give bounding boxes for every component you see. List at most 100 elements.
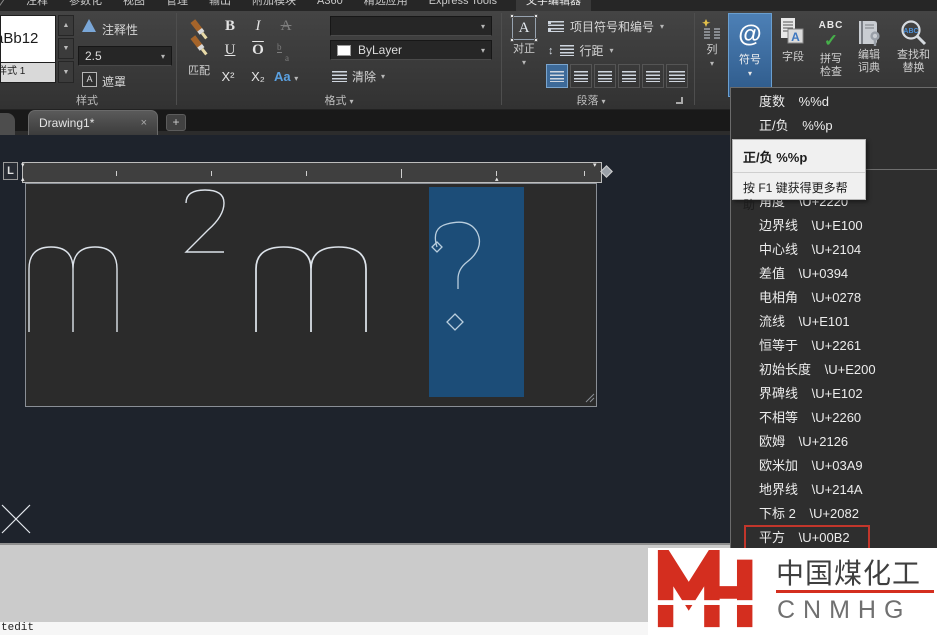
text-height-combobox[interactable]: 2.5 ▾ xyxy=(78,46,172,66)
text-editor-ruler[interactable]: ▾ ▴ ▴ ▾ xyxy=(22,162,602,183)
overline-button[interactable]: O xyxy=(248,42,268,59)
ribbon-tab[interactable]: 视图 xyxy=(121,0,147,11)
symbol-menu-item[interactable]: 中心线 \U+2104 xyxy=(731,240,937,260)
clear-icon xyxy=(332,71,347,82)
symbol-menu-item[interactable]: 电相角 \U+0278 xyxy=(731,288,937,308)
superscript-button[interactable]: X² xyxy=(216,69,240,84)
panel-separator xyxy=(176,13,177,105)
symbol-menu-item[interactable]: 地界线 \U+214A xyxy=(731,480,937,500)
bold-button[interactable]: B xyxy=(220,18,240,35)
paragraph-indent-marker[interactable]: ▴ xyxy=(21,176,25,183)
symbol-menu-item[interactable]: 度数 %%d xyxy=(731,92,937,112)
field-button[interactable]: A 字段 xyxy=(775,17,811,64)
mtext-editor-box[interactable] xyxy=(25,183,597,407)
align-left-button[interactable] xyxy=(546,64,568,88)
symbol-menu-item[interactable]: 边界线 \U+E100 xyxy=(731,216,937,236)
match-properties-button[interactable]: 匹配 xyxy=(184,17,214,78)
columns-button[interactable]: 列 ▾ xyxy=(698,19,726,70)
underline-button[interactable]: U xyxy=(220,42,240,59)
symbol-name: 电相角 xyxy=(759,290,798,305)
format-panel-label-text: 格式 xyxy=(324,95,346,107)
subscript-button[interactable]: X₂ xyxy=(246,69,270,84)
ribbon-tab[interactable]: 附加模块 xyxy=(250,0,298,11)
paragraph-dialog-launcher-icon[interactable] xyxy=(676,97,683,104)
symbol-code: \U+2126 xyxy=(799,434,849,449)
font-combobox[interactable]: ▾ xyxy=(330,16,492,36)
caret-down-icon: ▾ xyxy=(294,74,298,83)
ribbon-tab[interactable]: 精选应用 xyxy=(362,0,410,11)
grip-dot xyxy=(534,38,538,42)
italic-button[interactable]: I xyxy=(248,18,268,35)
bullets-numbering-button[interactable]: 项目符号和编号 ▾ xyxy=(548,18,664,35)
symbol-code: %%d xyxy=(799,94,829,109)
clear-label: 清除 xyxy=(352,68,376,85)
tab-style-toggle[interactable]: L xyxy=(3,162,18,180)
style-gallery-up-button[interactable]: ▲ xyxy=(58,15,74,36)
mask-toggle[interactable]: 遮罩 xyxy=(102,73,126,90)
annotative-toggle[interactable]: 注释性 xyxy=(102,21,138,38)
file-tab-drawing1[interactable]: Drawing1* × xyxy=(28,110,158,135)
first-line-indent-marker[interactable]: ▾ xyxy=(21,162,25,169)
style-gallery-down-button[interactable]: ▼ xyxy=(58,38,74,59)
tooltip-help-text: 按 F1 键获得更多帮助 xyxy=(733,172,865,219)
stack-button[interactable]: b a xyxy=(276,44,290,62)
clipped-file-tab[interactable] xyxy=(0,113,15,135)
align-right-button[interactable] xyxy=(594,64,616,88)
close-tab-icon[interactable]: × xyxy=(141,117,147,129)
change-case-button[interactable]: Aa ▾ xyxy=(274,69,298,84)
panel-separator xyxy=(501,13,502,105)
ribbon-tab[interactable]: 输出 xyxy=(207,0,233,11)
paragraph-panel-label[interactable]: 段落 ▾ xyxy=(506,94,676,109)
symbol-button[interactable]: @ 符号 ▾ xyxy=(728,13,772,97)
format-panel-label[interactable]: 格式 ▾ xyxy=(184,94,494,109)
symbol-menu-item[interactable]: 欧米加 \U+03A9 xyxy=(731,456,937,476)
symbol-menu-item[interactable]: 流线 \U+E101 xyxy=(731,312,937,332)
style-panel-label[interactable]: 样式 xyxy=(0,94,174,109)
watermark: 中国煤化工 CNMHG xyxy=(648,548,937,635)
tab-stop-marker[interactable]: ▴ xyxy=(495,176,499,183)
ribbon-tab[interactable]: Express Tools xyxy=(427,0,499,11)
case-label: Aa xyxy=(274,69,291,84)
symbol-menu-item[interactable]: 差值 \U+0394 xyxy=(731,264,937,284)
symbol-menu-item[interactable]: 下标 2 \U+2082 xyxy=(731,504,937,524)
symbol-name: 恒等于 xyxy=(759,338,798,353)
align-left-icon xyxy=(550,71,564,82)
ribbon-tab[interactable]: 参数化 xyxy=(67,0,104,11)
ribbon-tab[interactable]: 文字编辑器 xyxy=(516,0,591,11)
watermark-title: 中国煤化工 xyxy=(776,552,921,592)
spell-check-button[interactable]: ABC ✓ 拼写 检查 xyxy=(814,19,848,79)
color-combobox[interactable]: ByLayer ▾ xyxy=(330,40,492,60)
editor-resize-grip[interactable] xyxy=(586,394,594,402)
ruler-width-handle[interactable] xyxy=(600,165,613,178)
watermark-logo-monogram xyxy=(650,550,768,632)
ribbon-tab[interactable]: 注释 xyxy=(24,0,50,11)
symbol-menu-item[interactable]: 恒等于 \U+2261 xyxy=(731,336,937,356)
symbol-menu-item[interactable]: 欧姆 \U+2126 xyxy=(731,432,937,452)
justify-button[interactable]: A 对正 ▾ xyxy=(506,16,542,69)
color-value: ByLayer xyxy=(358,43,402,57)
grip-dot xyxy=(510,38,514,42)
mtext-content xyxy=(26,184,596,406)
edit-dictionaries-button[interactable]: 编辑 词典 xyxy=(852,19,886,75)
ribbon-tab[interactable]: A360 xyxy=(315,0,345,11)
symbol-menu-item[interactable]: 界碑线 \U+E102 xyxy=(731,384,937,404)
new-tab-button[interactable]: + xyxy=(166,114,186,131)
clear-formatting-button[interactable]: 清除 ▾ xyxy=(332,68,385,85)
ribbon-tab[interactable]: 管理 xyxy=(164,0,190,11)
align-distribute-button[interactable] xyxy=(642,64,664,88)
align-center-button[interactable] xyxy=(570,64,592,88)
style-gallery-expand-button[interactable]: ▼ xyxy=(58,61,74,83)
alignment-button-group xyxy=(546,64,688,88)
line-spacing-button[interactable]: ↕ 行距 ▾ xyxy=(548,42,614,59)
align-justify-button[interactable] xyxy=(618,64,640,88)
align-spread-button[interactable] xyxy=(666,64,688,88)
symbol-menu-item[interactable]: 初始长度 \U+E200 xyxy=(731,360,937,380)
glyph-m xyxy=(29,247,117,332)
strikethrough-button[interactable]: A xyxy=(276,18,296,35)
text-style-preview[interactable]: AaBb12 xyxy=(0,15,56,63)
symbol-menu-item[interactable]: 不相等 \U+2260 xyxy=(731,408,937,428)
symbol-menu-item[interactable]: 正/负 %%p xyxy=(731,116,937,136)
align-distribute-icon xyxy=(646,71,660,82)
find-replace-button[interactable]: ABC 查找和 替换 xyxy=(890,19,937,75)
file-tab-name: Drawing1* xyxy=(39,116,94,130)
